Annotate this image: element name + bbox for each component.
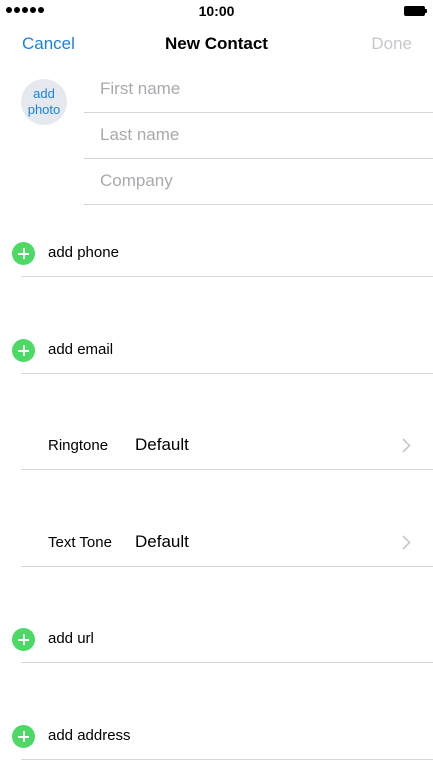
- status-bar: 10:00: [0, 0, 433, 22]
- add-url-label: add url: [48, 630, 94, 647]
- add-email-label: add email: [48, 341, 114, 358]
- add-circle-icon[interactable]: [12, 725, 35, 748]
- battery-icon: [404, 6, 427, 16]
- add-photo-label-line2: photo: [27, 102, 61, 117]
- chevron-right-icon: [402, 438, 411, 453]
- add-circle-icon[interactable]: [12, 628, 35, 651]
- separator: [21, 566, 433, 567]
- add-phone-row[interactable]: add phone: [0, 231, 433, 277]
- last-name-field-container: [84, 113, 433, 159]
- add-phone-label: add phone: [48, 244, 119, 261]
- first-name-input[interactable]: [100, 67, 420, 111]
- company-input[interactable]: [100, 159, 420, 203]
- ringtone-label: Ringtone: [48, 437, 109, 454]
- ringtone-value: Default: [135, 435, 189, 454]
- status-time: 10:00: [198, 3, 235, 19]
- separator: [21, 373, 433, 374]
- text-tone-value: Default: [135, 532, 189, 551]
- separator: [21, 276, 433, 277]
- add-circle-icon[interactable]: [12, 339, 35, 362]
- separator: [21, 759, 433, 760]
- navigation-bar: Cancel New Contact Done: [0, 22, 433, 66]
- add-photo-label-line1: add: [33, 86, 55, 101]
- text-tone-label: Text Tone: [48, 534, 112, 551]
- chevron-right-icon: [402, 535, 411, 550]
- separator: [84, 204, 433, 205]
- add-photo-button[interactable]: add photo: [21, 79, 67, 125]
- separator: [21, 469, 433, 470]
- separator: [21, 662, 433, 663]
- add-url-row[interactable]: add url: [0, 617, 433, 663]
- add-address-label: add address: [48, 727, 131, 744]
- first-name-field-container: [84, 67, 433, 113]
- page-title: New Contact: [165, 34, 268, 53]
- text-tone-row[interactable]: Text Tone Default: [0, 521, 433, 567]
- add-circle-icon[interactable]: [12, 242, 35, 265]
- last-name-input[interactable]: [100, 113, 420, 157]
- company-field-container: [84, 159, 433, 205]
- add-email-row[interactable]: add email: [0, 328, 433, 374]
- ringtone-row[interactable]: Ringtone Default: [0, 424, 433, 470]
- add-address-row[interactable]: add address: [0, 714, 433, 760]
- done-button[interactable]: Done: [371, 34, 412, 54]
